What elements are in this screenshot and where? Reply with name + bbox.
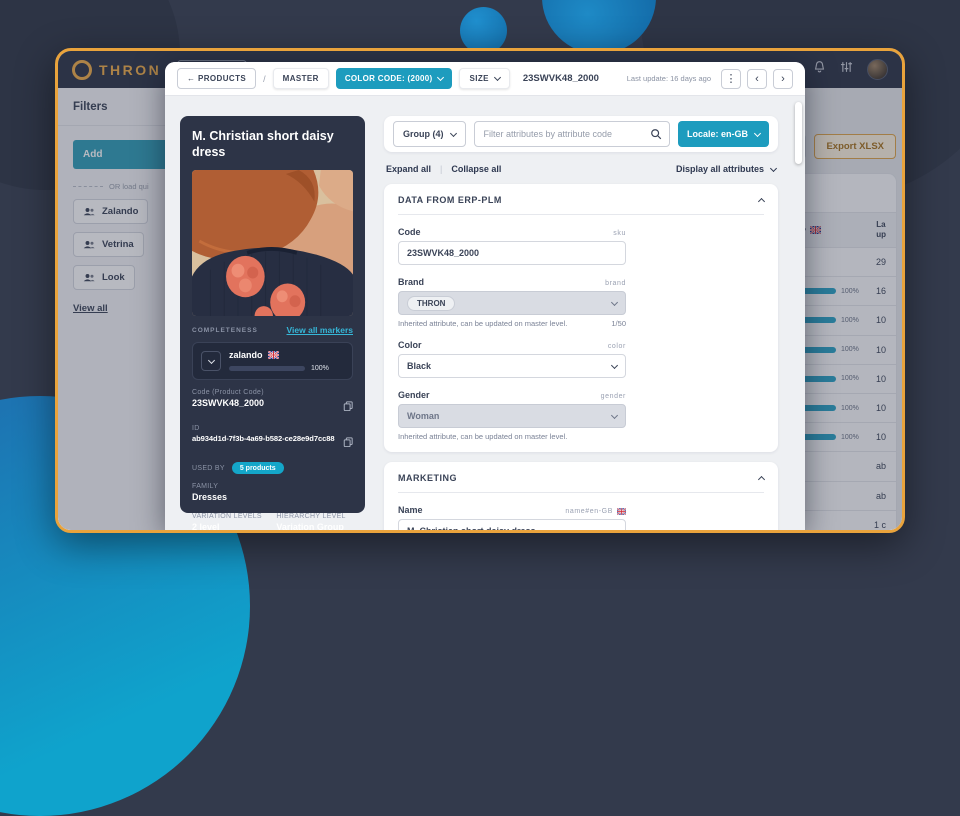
last-update-label: Last update: 16 days ago bbox=[627, 74, 711, 83]
chevron-up-icon[interactable] bbox=[758, 475, 765, 482]
channel-name: zalando bbox=[229, 350, 263, 360]
code-value: 23SWVK48_2000 bbox=[192, 398, 264, 409]
product-sku: 23SWVK48_2000 bbox=[523, 73, 599, 84]
next-product-button[interactable]: › bbox=[773, 69, 793, 89]
field-gender: Gender gender Woman Inherited attribute,… bbox=[398, 390, 626, 441]
id-value: ab934d1d-7f3b-4a69-b582-ce28e9d7cc88 bbox=[192, 434, 334, 443]
locale-button[interactable]: Locale: en-GB bbox=[678, 121, 769, 147]
hierarchy-level-value: Variation Group bbox=[276, 522, 353, 530]
background-blob bbox=[542, 0, 656, 54]
chevron-up-icon[interactable] bbox=[758, 197, 765, 204]
product-image[interactable] bbox=[192, 170, 353, 316]
product-detail-modal: ← PRODUCTS / MASTER COLOR CODE: (2000) S… bbox=[165, 62, 805, 530]
divider bbox=[398, 492, 764, 493]
brand-select[interactable]: THRON bbox=[398, 291, 626, 315]
breadcrumb-separator: / bbox=[263, 74, 266, 84]
gender-select[interactable]: Woman bbox=[398, 404, 626, 428]
uk-flag-icon bbox=[617, 508, 626, 515]
code-input[interactable] bbox=[398, 241, 626, 265]
size-dropdown[interactable]: SIZE bbox=[459, 68, 509, 89]
app-window: THRON PRODUCTS Filters Add OR load qui Z… bbox=[55, 48, 905, 533]
uk-flag-icon bbox=[268, 351, 279, 359]
filter-attributes-input[interactable] bbox=[474, 121, 670, 147]
family-label: FAMILY bbox=[192, 483, 353, 490]
completeness-percent: 100% bbox=[311, 365, 329, 372]
inherited-helper-text: Inherited attribute, can be updated on m… bbox=[398, 319, 567, 328]
expand-channel-button[interactable] bbox=[201, 351, 221, 371]
back-to-products-button[interactable]: ← PRODUCTS bbox=[177, 68, 256, 89]
display-all-attributes-dropdown[interactable]: Display all attributes bbox=[676, 164, 776, 174]
modal-scrollbar[interactable] bbox=[795, 102, 802, 164]
field-name: Name name#en-GB bbox=[398, 505, 626, 530]
chevron-down-icon bbox=[611, 361, 618, 368]
completeness-label: COMPLETENESS bbox=[192, 327, 258, 334]
search-icon bbox=[650, 127, 662, 145]
char-counter: 1/50 bbox=[611, 319, 626, 328]
field-color: Color color Black bbox=[398, 340, 626, 378]
links-divider: | bbox=[440, 164, 442, 174]
expand-all-link[interactable]: Expand all bbox=[386, 164, 431, 174]
used-by-badge[interactable]: 5 products bbox=[232, 462, 284, 474]
field-label: Brand bbox=[398, 277, 424, 287]
section-marketing: MARKETING Name name#en-GB bbox=[384, 462, 778, 530]
product-summary-card: M. Christian short daisy dress bbox=[180, 116, 365, 513]
chevron-down-icon bbox=[449, 129, 456, 136]
brand-chip: THRON bbox=[407, 296, 455, 311]
modal-body: M. Christian short daisy dress bbox=[165, 96, 805, 530]
chevron-down-icon bbox=[207, 357, 214, 364]
attribute-code: sku bbox=[613, 230, 626, 237]
attribute-code: brand bbox=[605, 280, 626, 287]
code-label: Code (Product Code) bbox=[192, 389, 353, 396]
attribute-code: color bbox=[608, 343, 626, 350]
family-value: Dresses bbox=[192, 492, 353, 503]
attributes-toolbar: Group (4) Locale: en-GB bbox=[384, 116, 778, 152]
collapse-all-link[interactable]: Collapse all bbox=[451, 164, 501, 174]
chevron-down-icon bbox=[611, 411, 618, 418]
attributes-column: Group (4) Locale: en-GB Expand all | bbox=[384, 116, 778, 530]
chevron-down-icon bbox=[437, 74, 444, 81]
name-input[interactable] bbox=[398, 519, 626, 530]
variation-levels-label: VARIATION LEVELS bbox=[192, 513, 272, 520]
field-brand: Brand brand THRON Inherited attribute, c… bbox=[398, 277, 626, 328]
attribute-code: gender bbox=[601, 393, 626, 400]
inherited-helper-text: Inherited attribute, can be updated on m… bbox=[398, 432, 567, 441]
section-title: MARKETING bbox=[398, 473, 457, 483]
modal-header: ← PRODUCTS / MASTER COLOR CODE: (2000) S… bbox=[165, 62, 805, 96]
channel-completeness-box: zalando 100% bbox=[192, 342, 353, 380]
section-erp-plm: DATA FROM ERP-PLM Code sku Brand bbox=[384, 184, 778, 452]
field-label: Gender bbox=[398, 390, 430, 400]
field-label: Color bbox=[398, 340, 422, 350]
chevron-down-icon bbox=[770, 164, 777, 171]
field-code: Code sku bbox=[398, 227, 626, 265]
divider bbox=[398, 214, 764, 215]
color-code-dropdown[interactable]: COLOR CODE: (2000) bbox=[336, 68, 453, 89]
view-all-markers-link[interactable]: View all markers bbox=[287, 325, 353, 335]
group-dropdown[interactable]: Group (4) bbox=[393, 121, 466, 147]
used-by-label: USED BY bbox=[192, 465, 225, 472]
section-title: DATA FROM ERP-PLM bbox=[398, 195, 502, 205]
id-label: ID bbox=[192, 425, 353, 432]
color-select[interactable]: Black bbox=[398, 354, 626, 378]
chevron-down-icon bbox=[494, 74, 501, 81]
completeness-progress-bar bbox=[229, 366, 305, 371]
chevron-down-icon bbox=[611, 298, 618, 305]
hierarchy-level-label: HIERARCHY LEVEL bbox=[276, 513, 353, 520]
field-label: Code bbox=[398, 227, 421, 237]
variation-levels-value: 2 level bbox=[192, 522, 272, 530]
master-tab[interactable]: MASTER bbox=[273, 68, 329, 89]
previous-product-button[interactable]: ‹ bbox=[747, 69, 767, 89]
attribute-code: name#en-GB bbox=[565, 508, 626, 515]
chevron-down-icon bbox=[754, 129, 761, 136]
product-title: M. Christian short daisy dress bbox=[192, 129, 353, 160]
copy-icon[interactable] bbox=[343, 398, 353, 416]
background-blob bbox=[460, 7, 507, 54]
field-label: Name bbox=[398, 505, 423, 515]
copy-icon[interactable] bbox=[343, 434, 353, 452]
more-options-button[interactable]: ⋮ bbox=[721, 69, 741, 89]
